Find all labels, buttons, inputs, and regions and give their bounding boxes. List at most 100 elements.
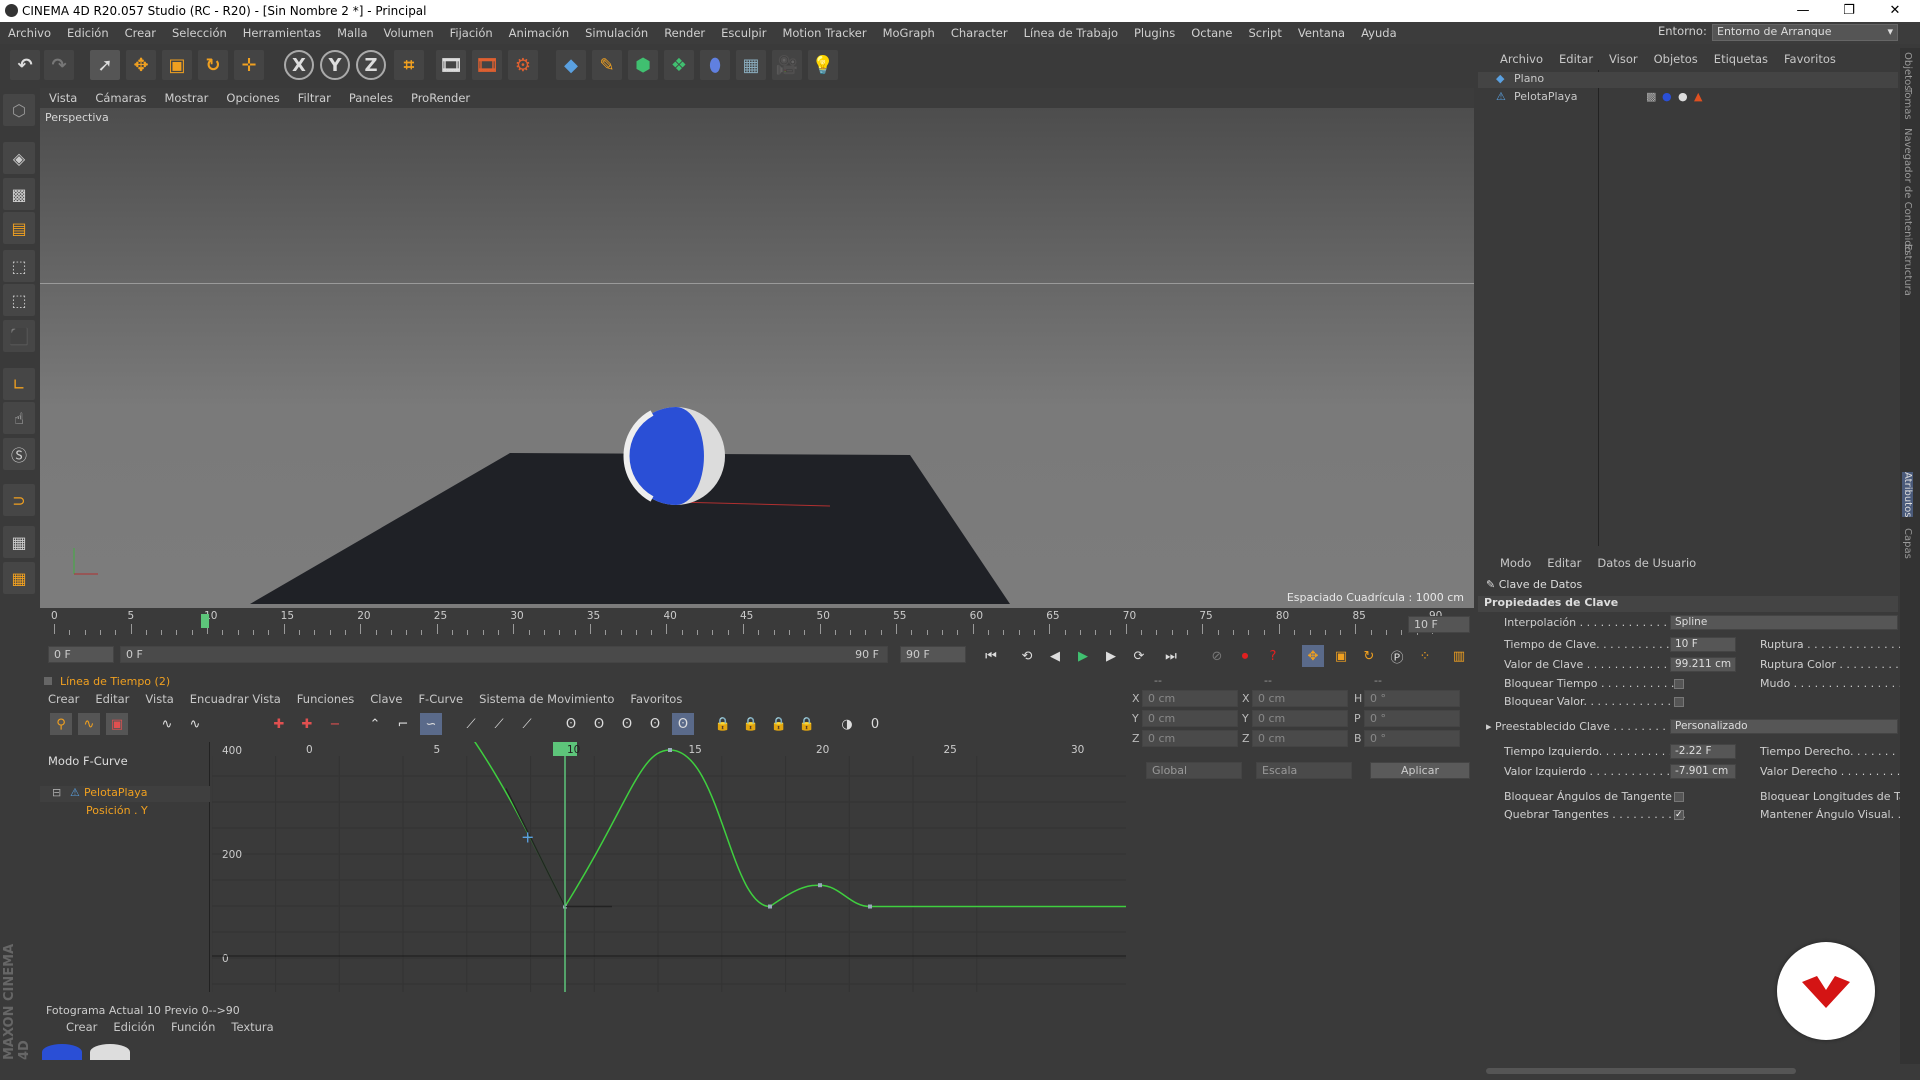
- menu-item[interactable]: Crear: [117, 26, 164, 40]
- side-tab[interactable]: Objetos: [1902, 52, 1913, 90]
- menu-item[interactable]: Octane: [1183, 26, 1240, 40]
- object-menu-item[interactable]: Archivo: [1492, 52, 1551, 66]
- go-to-start-button[interactable]: ⏮: [980, 645, 1002, 667]
- material-menu-item[interactable]: Crear: [58, 1020, 105, 1034]
- timeline-menu-item[interactable]: Funciones: [289, 692, 362, 706]
- menu-item[interactable]: Ayuda: [1353, 26, 1405, 40]
- track-row[interactable]: Posición . Y: [40, 804, 210, 820]
- tag-icon[interactable]: ▲: [1694, 90, 1702, 103]
- mute-icon[interactable]: 🔒: [768, 713, 790, 735]
- menu-item[interactable]: Esculpir: [713, 26, 774, 40]
- material-thumb-white[interactable]: [90, 1044, 130, 1060]
- points-mode-icon[interactable]: ⬚: [3, 250, 35, 282]
- subdivision-icon[interactable]: ⬢: [628, 50, 658, 80]
- render-picture-viewer-button[interactable]: 🎞: [472, 50, 502, 80]
- add-key-icon[interactable]: ✚: [268, 713, 290, 735]
- range-slider[interactable]: 0 F 90 F: [120, 646, 888, 663]
- go-to-end-button[interactable]: ⏭: [1160, 645, 1182, 667]
- horizontal-scrollbar[interactable]: [1486, 1068, 1796, 1074]
- fcurve-view-icon[interactable]: ∿: [156, 713, 178, 735]
- viewport-menu-item[interactable]: Filtrar: [289, 91, 340, 105]
- planar-workplane-icon[interactable]: ▦: [3, 562, 35, 594]
- previous-frame-button[interactable]: ◀: [1044, 645, 1066, 667]
- apply-button[interactable]: Aplicar: [1370, 762, 1470, 779]
- object-menu-item[interactable]: Favoritos: [1776, 52, 1844, 66]
- menu-item[interactable]: MoGraph: [875, 26, 943, 40]
- solo-mode-icon[interactable]: Ⓢ: [3, 438, 35, 470]
- solo-track-icon[interactable]: 🔒: [796, 713, 818, 735]
- render-settings-button[interactable]: ⚙: [508, 50, 538, 80]
- viewport-menu-item[interactable]: Vista: [40, 91, 86, 105]
- render-view-button[interactable]: 🎞: [436, 50, 466, 80]
- scale-select[interactable]: Escala: [1256, 762, 1352, 779]
- timeline-menu-item[interactable]: Encuadrar Vista: [182, 692, 289, 706]
- menu-item[interactable]: Simulación: [577, 26, 656, 40]
- transform-tool-button[interactable]: ✛: [234, 50, 264, 80]
- menu-item[interactable]: Render: [656, 26, 713, 40]
- fcurve-select-icon[interactable]: ∿: [184, 713, 206, 735]
- start-frame-field[interactable]: 0 F: [48, 646, 114, 663]
- timeline-menu-item[interactable]: Sistema de Movimiento: [471, 692, 622, 706]
- time-ruler[interactable]: 051015202530354045505560657075808590 10 …: [40, 610, 1474, 640]
- viewport-menu-item[interactable]: ProRender: [402, 91, 479, 105]
- record-scale-button[interactable]: ▣: [1330, 645, 1352, 667]
- snap-icon[interactable]: ⊃: [3, 484, 35, 516]
- attribute-menu-item[interactable]: Modo: [1492, 556, 1539, 570]
- coord-field[interactable]: 0 cm: [1252, 690, 1348, 707]
- coord-field[interactable]: 0 cm: [1252, 710, 1348, 727]
- menu-item[interactable]: Línea de Trabajo: [1016, 26, 1126, 40]
- collapse-icon[interactable]: ⊟: [52, 786, 61, 799]
- material-thumb-blue[interactable]: [42, 1044, 82, 1060]
- side-tab[interactable]: Navegador de Contenido: [1902, 128, 1913, 253]
- menu-item[interactable]: Ventana: [1290, 26, 1353, 40]
- key-value-field[interactable]: 99.211 cm: [1670, 657, 1736, 672]
- coord-field[interactable]: 0 °: [1364, 710, 1460, 727]
- material-tag-icon[interactable]: ●: [1678, 90, 1688, 103]
- coord-field[interactable]: 0 cm: [1142, 730, 1238, 747]
- menu-item[interactable]: Character: [943, 26, 1016, 40]
- undo-button[interactable]: ↶: [10, 50, 40, 80]
- playhead-marker[interactable]: [201, 614, 209, 628]
- lock-angle-checkbox[interactable]: [1674, 792, 1684, 802]
- add-keys-icon[interactable]: ✚: [296, 713, 318, 735]
- timeline-menu-item[interactable]: F-Curve: [410, 692, 471, 706]
- timeline-layout-button[interactable]: ▥: [1448, 645, 1470, 667]
- object-menu-item[interactable]: Visor: [1601, 52, 1646, 66]
- viewport-menu-item[interactable]: Mostrar: [155, 91, 217, 105]
- coord-field[interactable]: 0 °: [1364, 690, 1460, 707]
- play-button[interactable]: ▶: [1072, 645, 1094, 667]
- coord-field[interactable]: 0 °: [1364, 730, 1460, 747]
- step-interp-icon[interactable]: ⌐: [392, 713, 414, 735]
- autokey-button[interactable]: ⏺: [1234, 645, 1256, 667]
- zero-angle-icon[interactable]: ʘ: [588, 713, 610, 735]
- maximize-button[interactable]: ❐: [1826, 0, 1872, 22]
- menu-item[interactable]: Edición: [59, 26, 117, 40]
- ease-out-icon[interactable]: ⟋: [488, 713, 510, 735]
- motion-mode-icon[interactable]: ▣: [106, 713, 128, 735]
- menu-item[interactable]: Script: [1241, 26, 1290, 40]
- clamp-icon[interactable]: ʘ: [560, 713, 582, 735]
- snap-timeline-icon[interactable]: ◑: [836, 713, 858, 735]
- menu-item[interactable]: Plugins: [1126, 26, 1183, 40]
- delete-key-icon[interactable]: −: [324, 713, 346, 735]
- workplane-icon[interactable]: ▤: [3, 212, 35, 244]
- edges-mode-icon[interactable]: ⬚: [3, 284, 35, 316]
- menu-item[interactable]: Archivo: [0, 26, 59, 40]
- lock-workplane-icon[interactable]: ▦: [3, 526, 35, 558]
- rotate-tool-button[interactable]: ↻: [198, 50, 228, 80]
- timeline-menu-item[interactable]: Editar: [87, 692, 137, 706]
- coordinate-system-button[interactable]: ⌗: [394, 50, 424, 80]
- left-value-field[interactable]: -7.901 cm: [1670, 764, 1736, 779]
- coord-field[interactable]: 0 cm: [1252, 730, 1348, 747]
- object-menu-item[interactable]: Etiquetas: [1706, 52, 1776, 66]
- cube-icon[interactable]: ◆: [556, 50, 586, 80]
- zero-icon[interactable]: 0: [864, 713, 886, 735]
- side-tab[interactable]: Tomas: [1902, 88, 1913, 120]
- deformer-icon[interactable]: ⬮: [700, 50, 730, 80]
- attribute-menu-item[interactable]: Editar: [1539, 556, 1589, 570]
- object-row[interactable]: ◆ Plano: [1478, 72, 1898, 88]
- coord-field[interactable]: 0 cm: [1142, 690, 1238, 707]
- linear-interp-icon[interactable]: ⌃: [364, 713, 386, 735]
- material-menu-item[interactable]: Edición: [105, 1020, 163, 1034]
- timeline-menu-item[interactable]: Crear: [40, 692, 87, 706]
